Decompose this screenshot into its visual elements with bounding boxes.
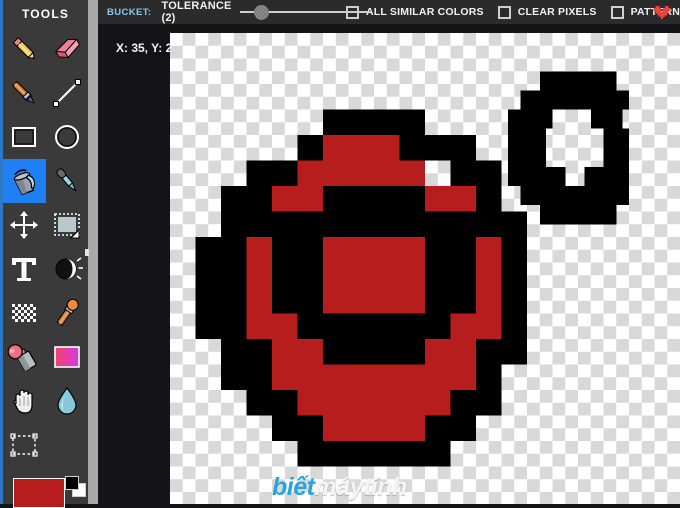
gradient-icon (53, 346, 80, 368)
marquee-select-icon (10, 433, 38, 457)
checkbox-label: CLEAR PIXELS (517, 6, 597, 18)
checkbox-box[interactable] (497, 5, 511, 19)
tool-row (3, 159, 88, 203)
eraser-icon (54, 38, 80, 59)
tool-bucket[interactable] (3, 159, 46, 203)
tool-brush[interactable] (3, 71, 46, 115)
eyedropper-icon (56, 168, 77, 192)
tool-pencil[interactable] (3, 27, 46, 71)
cursor-coordinates-readout: X: 35, Y: 2 (116, 41, 173, 55)
hand-icon (13, 389, 33, 414)
water-drop-icon (57, 386, 77, 415)
smudge-brush-icon (56, 298, 79, 327)
tool-row (3, 291, 88, 335)
tool-smudge[interactable] (46, 291, 89, 335)
tolerance-slider-thumb[interactable] (253, 5, 269, 20)
tools-panel: TOOLS (3, 0, 88, 504)
tool-row (3, 27, 88, 71)
tool-line[interactable] (46, 71, 89, 115)
tool-row (3, 379, 88, 423)
move-arrows-icon (10, 211, 39, 239)
paint-bucket-icon (13, 169, 36, 196)
pixel-editor-window: TOOLS BUCKET: TOLERANCE (2) ALL SIMILAR … (0, 0, 680, 508)
tool-ellipse[interactable] (46, 115, 89, 159)
tools-scrollbar-thumb[interactable] (88, 0, 98, 504)
watermark: biếtmáytính (272, 473, 407, 502)
tolerance-slider[interactable] (239, 4, 370, 20)
canvas-workspace[interactable]: X: 35, Y: 2 biếtmáytính (98, 24, 680, 504)
tool-row (3, 423, 88, 467)
tool-row (3, 203, 88, 247)
tool-blur[interactable] (46, 379, 89, 423)
active-tool-label: BUCKET: (107, 6, 152, 18)
tool-select[interactable] (3, 423, 46, 467)
dither-checker-icon (12, 304, 37, 322)
rectangle-icon (12, 127, 37, 147)
color-swatch-area (3, 464, 88, 508)
tool-row (3, 115, 88, 159)
tool-row (3, 71, 88, 115)
tool-cell-empty (46, 423, 89, 467)
tolerance-label: TOLERANCE (2) (161, 0, 232, 24)
scrollbar-notch (85, 249, 89, 256)
pixel-artwork (195, 71, 629, 467)
checkbox-label: ALL SIMILAR COLORS (365, 6, 484, 18)
checkbox-box[interactable] (610, 5, 624, 19)
tools-scrollbar[interactable] (88, 0, 98, 504)
tool-row (3, 247, 88, 291)
tool-grid (3, 27, 88, 467)
checkbox-clear-pixels[interactable]: CLEAR PIXELS (497, 5, 597, 19)
watermark-part-a: biết (272, 473, 315, 501)
tool-pan[interactable] (3, 379, 46, 423)
tool-eraser[interactable] (46, 27, 89, 71)
watermark-part-b: máytính (314, 473, 407, 501)
resize-icon (53, 213, 80, 239)
heart-icon[interactable] (653, 4, 675, 21)
tool-rectangle[interactable] (3, 115, 46, 159)
tools-panel-title: TOOLS (21, 7, 70, 21)
tool-shading[interactable] (46, 247, 89, 291)
tool-spray[interactable] (3, 335, 46, 379)
ellipse-icon (54, 125, 79, 149)
line-icon (52, 79, 81, 107)
tool-gradient[interactable] (46, 335, 89, 379)
tool-dither[interactable] (3, 291, 46, 335)
pencil-icon (12, 36, 36, 60)
tool-move[interactable] (3, 203, 46, 247)
secondary-color-front-swatch[interactable] (65, 476, 79, 490)
tool-eyedropper[interactable] (46, 159, 89, 203)
tool-options-bar: BUCKET: TOLERANCE (2) ALL SIMILAR COLORS… (98, 0, 680, 24)
small-ring (507, 71, 629, 225)
drawing-canvas[interactable]: biếtmáytính (170, 33, 680, 504)
text-icon (12, 258, 37, 281)
spray-can-icon (7, 344, 37, 372)
tool-resize[interactable] (46, 203, 89, 247)
paintbrush-icon (12, 80, 36, 104)
dodge-burn-icon (55, 257, 83, 280)
tool-row (3, 335, 88, 379)
tool-text[interactable] (3, 247, 46, 291)
